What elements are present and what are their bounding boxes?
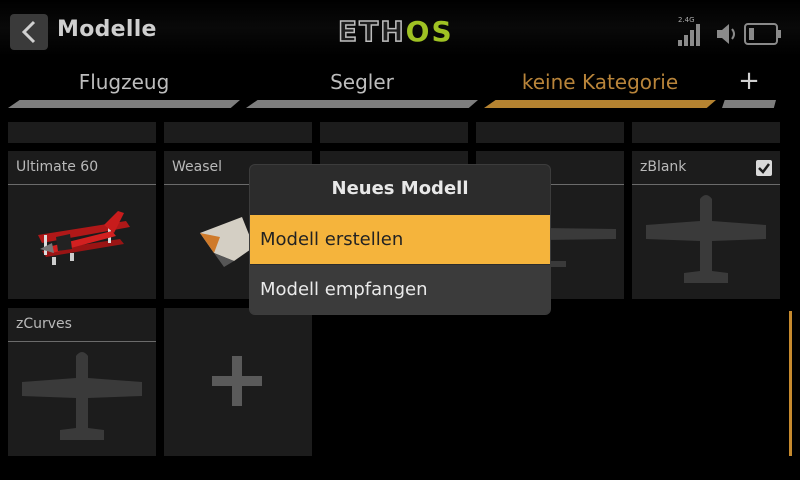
menu-item-receive-model[interactable]: Modell empfangen xyxy=(250,265,550,314)
model-card-ultimate-60[interactable]: Ultimate 60 xyxy=(8,151,156,299)
grid-row-top-edge xyxy=(164,122,312,143)
tab-segler[interactable]: Segler xyxy=(246,70,478,110)
grid-row-top-edge xyxy=(320,122,468,143)
add-model-button[interactable] xyxy=(164,308,312,456)
selected-checkbox[interactable] xyxy=(756,160,772,176)
grid-row-top-edge xyxy=(476,122,624,143)
grid-row-top-edge xyxy=(632,122,780,143)
new-model-dialog: Neues Modell Modell erstellen Modell emp… xyxy=(250,165,550,314)
ethos-logo: ETHOS xyxy=(337,15,454,48)
tab-flugzeug[interactable]: Flugzeug xyxy=(8,70,240,110)
dialog-title: Neues Modell xyxy=(331,178,469,199)
biplane-image xyxy=(38,211,130,265)
model-card-zblank[interactable]: zBlank xyxy=(632,151,780,299)
signal-strength-icon: 2.4G xyxy=(678,16,704,46)
volume-icon[interactable] xyxy=(716,22,740,46)
check-icon xyxy=(758,163,770,174)
tab-keine-kategorie[interactable]: keine Kategorie xyxy=(484,70,716,110)
header-bar: Modelle ETHOS 2.4G xyxy=(0,0,800,56)
plane-silhouette-icon xyxy=(646,195,766,283)
plus-icon xyxy=(212,356,262,406)
grid-row-top-edge xyxy=(8,122,156,143)
page-title: Modelle xyxy=(57,17,157,42)
chevron-left-icon xyxy=(21,20,36,44)
model-card-zcurves[interactable]: zCurves xyxy=(8,308,156,456)
menu-item-create-model[interactable]: Modell erstellen xyxy=(250,215,550,264)
plane-silhouette-icon xyxy=(22,352,142,440)
scrollbar[interactable] xyxy=(789,311,792,456)
back-button[interactable] xyxy=(10,14,48,50)
battery-icon xyxy=(744,23,781,45)
add-category-button[interactable]: + xyxy=(722,66,776,110)
